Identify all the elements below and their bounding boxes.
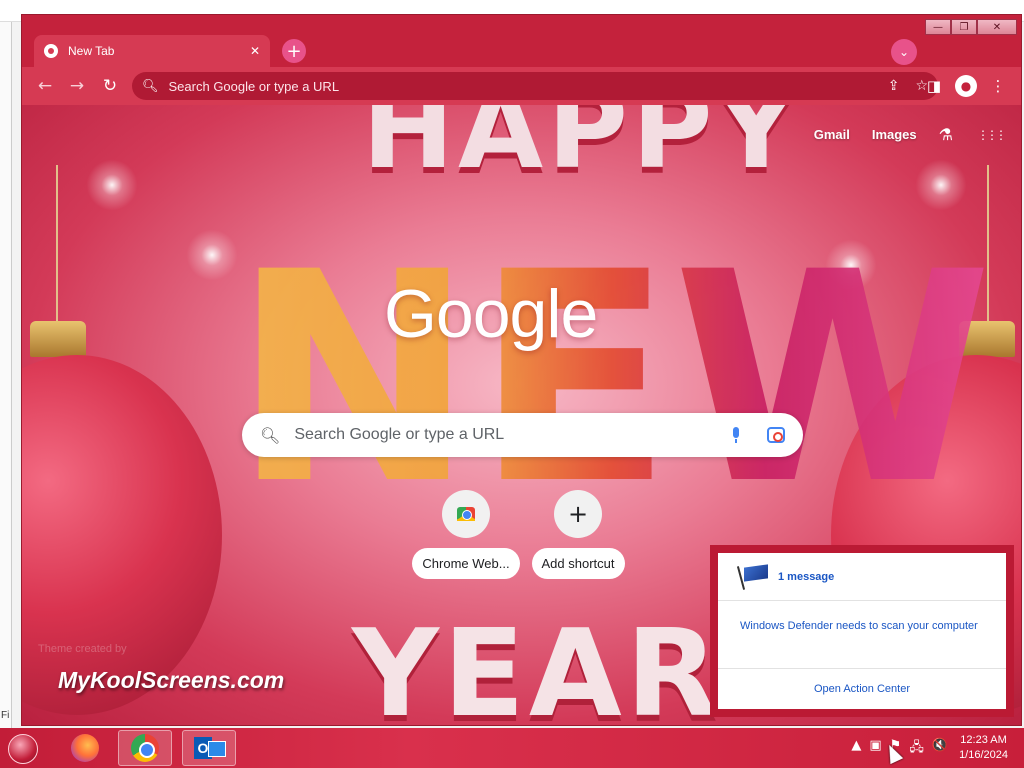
toolbar: ← → ↻ 🔍︎ Search Google or type a URL ⇪ ☆…	[22, 67, 1021, 105]
ornament-cap	[30, 321, 86, 357]
theme-credit-small: Theme created by	[38, 643, 127, 655]
search-placeholder: Search Google or type a URL	[294, 426, 505, 443]
shortcut-label: Add shortcut	[531, 548, 625, 579]
forward-button[interactable]: →	[66, 75, 88, 97]
profile-avatar-icon[interactable]: ●	[955, 75, 977, 97]
ornament-string	[56, 165, 58, 325]
address-bar-placeholder: Search Google or type a URL	[168, 78, 340, 94]
tab-title: New Tab	[68, 44, 115, 58]
theme-word-year: YEAR	[352, 605, 723, 725]
sparkle-decoration	[82, 155, 142, 215]
clock-time: 12:23 AM	[960, 734, 1007, 746]
open-action-center-link[interactable]: Open Action Center	[718, 669, 1006, 709]
back-button[interactable]: ←	[34, 75, 56, 97]
taskbar-outlook[interactable]	[182, 730, 236, 766]
tab-strip: New Tab ✕ + ⌄	[22, 15, 1021, 67]
tab-new-tab[interactable]: New Tab ✕	[34, 35, 270, 67]
firefox-icon	[71, 734, 99, 762]
images-link[interactable]: Images	[872, 127, 917, 142]
search-box[interactable]: 🔍︎ Search Google or type a URL	[242, 413, 803, 457]
taskbar: ▲ ▣ ⚑ 🖧 🔇 12:23 AM 1/16/2024	[0, 728, 1024, 768]
clock-date: 1/16/2024	[959, 749, 1008, 761]
network-icon[interactable]: 🖧	[909, 738, 924, 760]
shortcut-icon-circle	[442, 490, 490, 538]
shortcut-chrome-web-store[interactable]: Chrome Web...	[412, 490, 520, 579]
shortcut-add[interactable]: + Add shortcut	[526, 490, 630, 579]
address-bar[interactable]: 🔍︎ Search Google or type a URL ⇪ ☆	[132, 72, 938, 100]
microphone-icon[interactable]	[731, 427, 741, 443]
ornament-left	[22, 355, 222, 715]
tab-close-icon[interactable]: ✕	[250, 44, 260, 58]
tab-search-button[interactable]: ⌄	[891, 39, 917, 65]
google-lens-icon[interactable]	[767, 427, 785, 443]
reload-button[interactable]: ↻	[99, 75, 121, 97]
chrome-favicon-icon	[44, 44, 58, 58]
google-logo: Google	[384, 276, 598, 352]
new-tab-button[interactable]: +	[282, 39, 306, 63]
theme-word-new: NEW	[232, 211, 993, 548]
flag-icon	[738, 564, 770, 590]
start-button[interactable]	[8, 734, 38, 764]
taskbar-firefox[interactable]	[58, 730, 112, 766]
network-adapter-icon[interactable]: ▣	[869, 738, 881, 760]
taskbar-chrome[interactable]	[118, 730, 172, 766]
sparkle-decoration	[911, 155, 971, 215]
labs-flask-icon[interactable]: ⚗	[939, 125, 953, 144]
search-icon: 🔍︎	[260, 425, 281, 445]
notification-panel: 1 message Windows Defender needs to scan…	[718, 553, 1006, 709]
notification-title: 1 message	[778, 570, 835, 583]
shortcut-label: Chrome Web...	[412, 548, 520, 579]
clock[interactable]: 12:23 AM 1/16/2024	[959, 733, 1008, 763]
background-left-strip: Fi	[0, 22, 12, 728]
chrome-web-store-icon	[457, 507, 475, 521]
action-center-notification: 1 message Windows Defender needs to scan…	[710, 545, 1014, 717]
apps-grid-icon[interactable]: ⋮⋮⋮	[977, 129, 1007, 141]
top-links: Gmail Images ⚗ ⋮⋮⋮	[814, 125, 1021, 144]
background-label: Fi	[1, 710, 10, 721]
notification-message-link[interactable]: Windows Defender needs to scan your comp…	[718, 601, 1006, 669]
theme-word-happy: HAPPY	[362, 105, 801, 193]
outlook-icon	[194, 735, 226, 761]
add-icon: +	[554, 490, 602, 538]
chrome-icon	[131, 734, 159, 762]
search-icon: 🔍︎	[142, 78, 159, 94]
chrome-menu-icon[interactable]: ⋮	[987, 75, 1009, 97]
theme-credit[interactable]: MyKoolScreens.com	[58, 667, 284, 694]
volume-muted-icon[interactable]: 🔇	[932, 738, 948, 760]
share-icon[interactable]: ⇪	[888, 78, 900, 94]
notification-header: 1 message	[718, 553, 1006, 601]
side-panel-icon[interactable]: ◨	[923, 75, 945, 97]
gmail-link[interactable]: Gmail	[814, 127, 850, 142]
show-hidden-icons-icon[interactable]: ▲	[851, 738, 861, 760]
